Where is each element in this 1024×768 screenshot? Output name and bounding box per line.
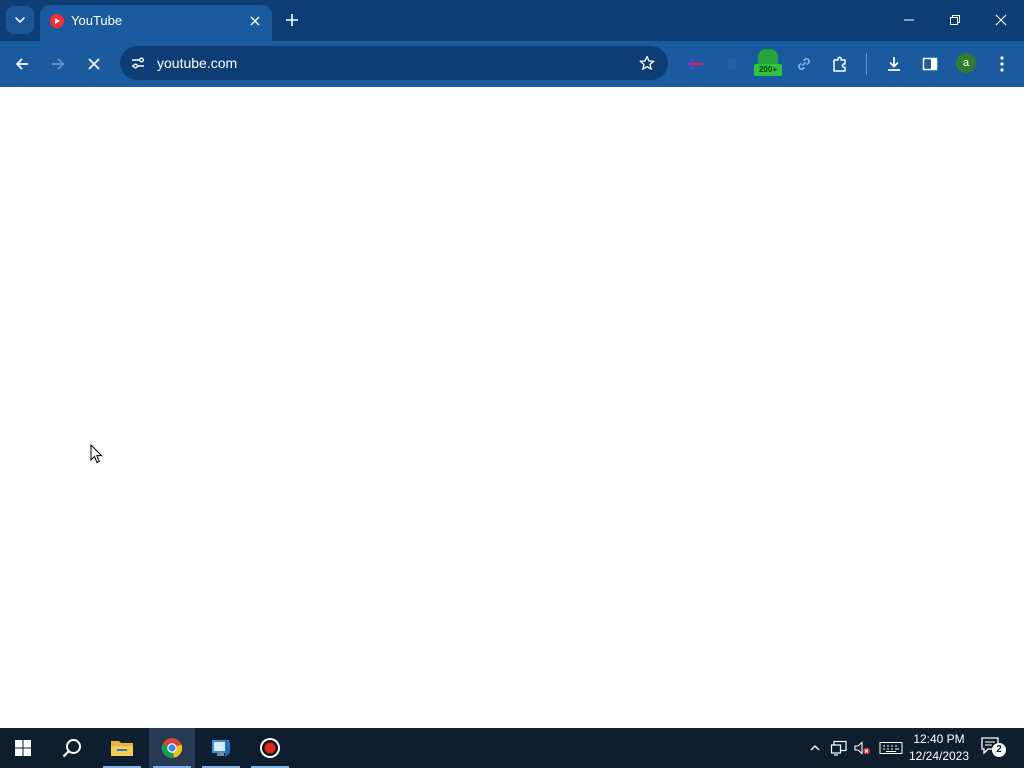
more-vert-icon bbox=[1000, 56, 1004, 72]
file-explorer-button[interactable] bbox=[99, 728, 145, 768]
mouse-cursor-icon bbox=[90, 444, 103, 464]
vscode-button[interactable] bbox=[198, 728, 244, 768]
site-settings-icon[interactable] bbox=[129, 54, 147, 72]
title-bar: YouTube bbox=[0, 0, 1024, 41]
tab-search-button[interactable] bbox=[6, 6, 34, 34]
record-button[interactable] bbox=[247, 728, 293, 768]
chevron-up-icon bbox=[810, 745, 820, 751]
extension-badge: 200+ bbox=[754, 64, 782, 76]
chrome-button[interactable] bbox=[149, 728, 195, 768]
close-icon bbox=[250, 16, 260, 26]
notification-count: 2 bbox=[992, 743, 1006, 757]
tab-title: YouTube bbox=[71, 13, 123, 28]
link-extension-icon[interactable] bbox=[790, 50, 818, 78]
network-icon[interactable] bbox=[829, 738, 849, 758]
minimize-icon bbox=[904, 19, 914, 21]
minimize-button[interactable] bbox=[886, 0, 932, 40]
chevron-down-icon bbox=[15, 17, 25, 24]
side-panel-icon bbox=[922, 57, 938, 71]
search-icon bbox=[62, 739, 81, 758]
forward-button[interactable] bbox=[44, 50, 72, 78]
file-explorer-icon bbox=[111, 741, 133, 756]
side-panel-button[interactable] bbox=[916, 50, 944, 78]
restore-icon bbox=[950, 15, 960, 25]
page-content bbox=[0, 87, 1024, 728]
arrow-left-icon bbox=[15, 58, 28, 70]
toolbar-separator bbox=[866, 53, 867, 75]
download-icon bbox=[888, 57, 900, 71]
profile-avatar[interactable]: a bbox=[956, 53, 976, 73]
tab-youtube[interactable]: YouTube bbox=[40, 5, 272, 41]
clock-date: 12/24/2023 bbox=[908, 749, 970, 763]
volume-muted-icon[interactable] bbox=[852, 738, 872, 758]
clock-time: 12:40 PM bbox=[913, 732, 965, 746]
extension-placeholder-icon[interactable] bbox=[718, 50, 746, 78]
plus-icon bbox=[286, 14, 298, 26]
arrow-right-icon bbox=[52, 58, 65, 70]
notifications-button[interactable]: 2 bbox=[980, 736, 1008, 760]
android-extension-icon[interactable]: 200+ bbox=[754, 47, 782, 77]
start-button[interactable] bbox=[0, 728, 46, 768]
taskbar: 12:40 PM 12/24/2023 2 bbox=[0, 728, 1024, 768]
restore-button[interactable] bbox=[932, 0, 978, 40]
close-icon bbox=[995, 14, 1007, 26]
record-icon bbox=[260, 738, 280, 758]
android-icon bbox=[758, 49, 778, 65]
screen: YouTube youtube.com 200+ a 12:40 PM 12/2… bbox=[0, 0, 1024, 768]
toolbar: youtube.com bbox=[0, 41, 1024, 87]
stop-loading-button[interactable] bbox=[80, 50, 108, 78]
tab-close-button[interactable] bbox=[246, 12, 264, 30]
close-icon bbox=[88, 58, 100, 70]
chrome-icon bbox=[161, 738, 183, 759]
start-icon bbox=[15, 740, 31, 756]
address-bar[interactable]: youtube.com bbox=[120, 46, 668, 80]
back-button[interactable] bbox=[8, 50, 36, 78]
vscode-icon bbox=[212, 739, 230, 757]
puzzle-extensions-icon[interactable] bbox=[826, 50, 854, 78]
youtube-icon bbox=[50, 14, 64, 28]
search-button[interactable] bbox=[49, 728, 95, 768]
arrow-extension-icon[interactable] bbox=[682, 50, 710, 78]
menu-button[interactable] bbox=[988, 50, 1016, 78]
close-window-button[interactable] bbox=[978, 0, 1024, 40]
clock[interactable]: 12:40 PM 12/24/2023 bbox=[904, 731, 974, 765]
bookmark-star-icon[interactable] bbox=[638, 54, 656, 72]
downloads-button[interactable] bbox=[880, 50, 908, 78]
keyboard-icon[interactable] bbox=[879, 738, 903, 758]
url-text[interactable]: youtube.com bbox=[157, 55, 237, 71]
show-hidden-icons-button[interactable] bbox=[805, 738, 825, 758]
new-tab-button[interactable] bbox=[280, 8, 304, 32]
